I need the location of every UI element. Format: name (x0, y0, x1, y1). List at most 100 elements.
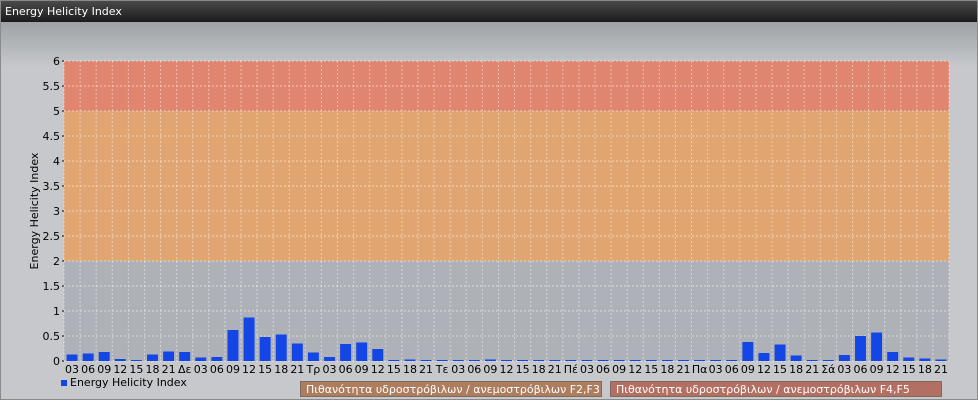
bar (82, 353, 94, 361)
bar (822, 360, 834, 361)
x-tick-label: 09 (226, 363, 240, 376)
y-tick-label: 4.5 (43, 130, 61, 143)
x-tick-label: 06 (210, 363, 224, 376)
x-tick-label: 15 (129, 363, 143, 376)
bar (211, 357, 223, 361)
bar (484, 359, 496, 361)
y-tick-label: 2 (53, 255, 60, 268)
x-tick-label: 03 (709, 363, 723, 376)
y-tick-label: 2.5 (43, 230, 61, 243)
bar (420, 360, 432, 361)
bar (324, 357, 335, 361)
x-tick-label: 15 (644, 363, 658, 376)
bar (404, 359, 416, 361)
bar (726, 360, 738, 361)
bar (227, 330, 239, 361)
bar (742, 342, 754, 361)
x-tick-label: 15 (516, 363, 530, 376)
bar (356, 342, 368, 361)
x-tick-label: 09 (870, 363, 884, 376)
x-tick-label: 06 (339, 363, 353, 376)
x-tick-label: 12 (242, 363, 256, 376)
x-tick-label: 21 (419, 363, 433, 376)
x-tick-label: 03 (194, 363, 208, 376)
x-tick-label: 15 (258, 363, 272, 376)
x-tick-label: 12 (628, 363, 642, 376)
x-tick-label: 21 (805, 363, 819, 376)
y-tick-label: 3 (53, 205, 60, 218)
bar (275, 334, 287, 361)
bar (871, 332, 883, 361)
x-tick-label: 18 (660, 363, 674, 376)
bar (195, 357, 207, 361)
legend-series-label: Energy Helicity Index (70, 376, 187, 389)
bar (661, 360, 673, 361)
bar (501, 360, 512, 361)
y-tick-label: 6 (53, 55, 60, 68)
chart-svg: 00.511.522.533.544.555.56 03 06 09 12 15 18 21… (28, 55, 950, 376)
bar (694, 360, 706, 361)
x-tick-label: 03 (323, 363, 337, 376)
x-tick-label: 12 (886, 363, 900, 376)
x-tick-label: 09 (612, 363, 626, 376)
x-tick-label: Πα (692, 363, 708, 376)
bar (179, 352, 191, 361)
x-tick-label: 12 (757, 363, 771, 376)
x-tick-label: 15 (387, 363, 401, 376)
bar (388, 360, 400, 361)
x-tick-label: Δε (178, 363, 192, 376)
y-tick-label: 4 (53, 155, 60, 168)
x-tick-label: 21 (290, 363, 304, 376)
bar (887, 352, 899, 361)
bar (533, 360, 545, 361)
bar (436, 360, 448, 361)
x-tick-label: 18 (274, 363, 288, 376)
bar (549, 360, 561, 361)
legend-band-f2-f3: Πιθανότητα υδροστρόβιλων / ανεμοστρόβιλω… (300, 381, 602, 397)
y-tick-label: 1 (53, 305, 60, 318)
y-axis-ticks: 0 0.5 1 1.5 2 2.5 3 3.5 4 4.5 5 5.5 6 (43, 55, 64, 368)
bar (291, 343, 303, 361)
bar (613, 360, 625, 361)
bar (838, 355, 850, 361)
x-tick-label: 09 (97, 363, 111, 376)
x-tick-label: 18 (532, 363, 546, 376)
x-tick-label: Τε (435, 363, 449, 376)
x-tick-label: 18 (146, 363, 160, 376)
bar (645, 360, 657, 361)
legend-band-f4-f5: Πιθανότητα υδροστρόβιλων / ανεμοστρόβιλω… (610, 381, 942, 397)
x-tick-label: 21 (934, 363, 948, 376)
bar (774, 344, 786, 361)
bar (629, 360, 641, 361)
bar (98, 352, 110, 361)
bar (758, 353, 770, 361)
x-tick-label: 06 (596, 363, 610, 376)
x-tick-label: 18 (403, 363, 417, 376)
bar (130, 360, 142, 361)
bar (340, 344, 352, 361)
bar (581, 360, 593, 361)
x-tick-label: 06 (467, 363, 481, 376)
bar (307, 352, 319, 361)
legend-series: Energy Helicity Index (61, 376, 187, 389)
bar (565, 360, 577, 361)
x-tick-label: 21 (548, 363, 562, 376)
x-tick-label: 18 (918, 363, 932, 376)
bar (935, 359, 947, 361)
x-axis-ticks: 03 06 09 12 15 18 21 Δε 03 06 09 12 15 18 21 Τρ 03 06 09 12… (65, 363, 948, 376)
bar (66, 354, 78, 361)
bar (147, 354, 158, 361)
y-tick-label: 5 (53, 105, 60, 118)
legend-series-swatch (61, 380, 67, 386)
y-tick-label: 0 (53, 355, 60, 368)
y-tick-label: 1.5 (43, 280, 61, 293)
y-tick-label: 0.5 (43, 330, 61, 343)
bar (372, 349, 384, 361)
x-tick-label: 12 (113, 363, 127, 376)
y-tick-label: 3.5 (43, 180, 61, 193)
bar (517, 360, 529, 361)
x-tick-label: 09 (355, 363, 369, 376)
x-tick-label: 03 (837, 363, 851, 376)
bar (243, 317, 255, 361)
x-tick-label: 21 (162, 363, 176, 376)
